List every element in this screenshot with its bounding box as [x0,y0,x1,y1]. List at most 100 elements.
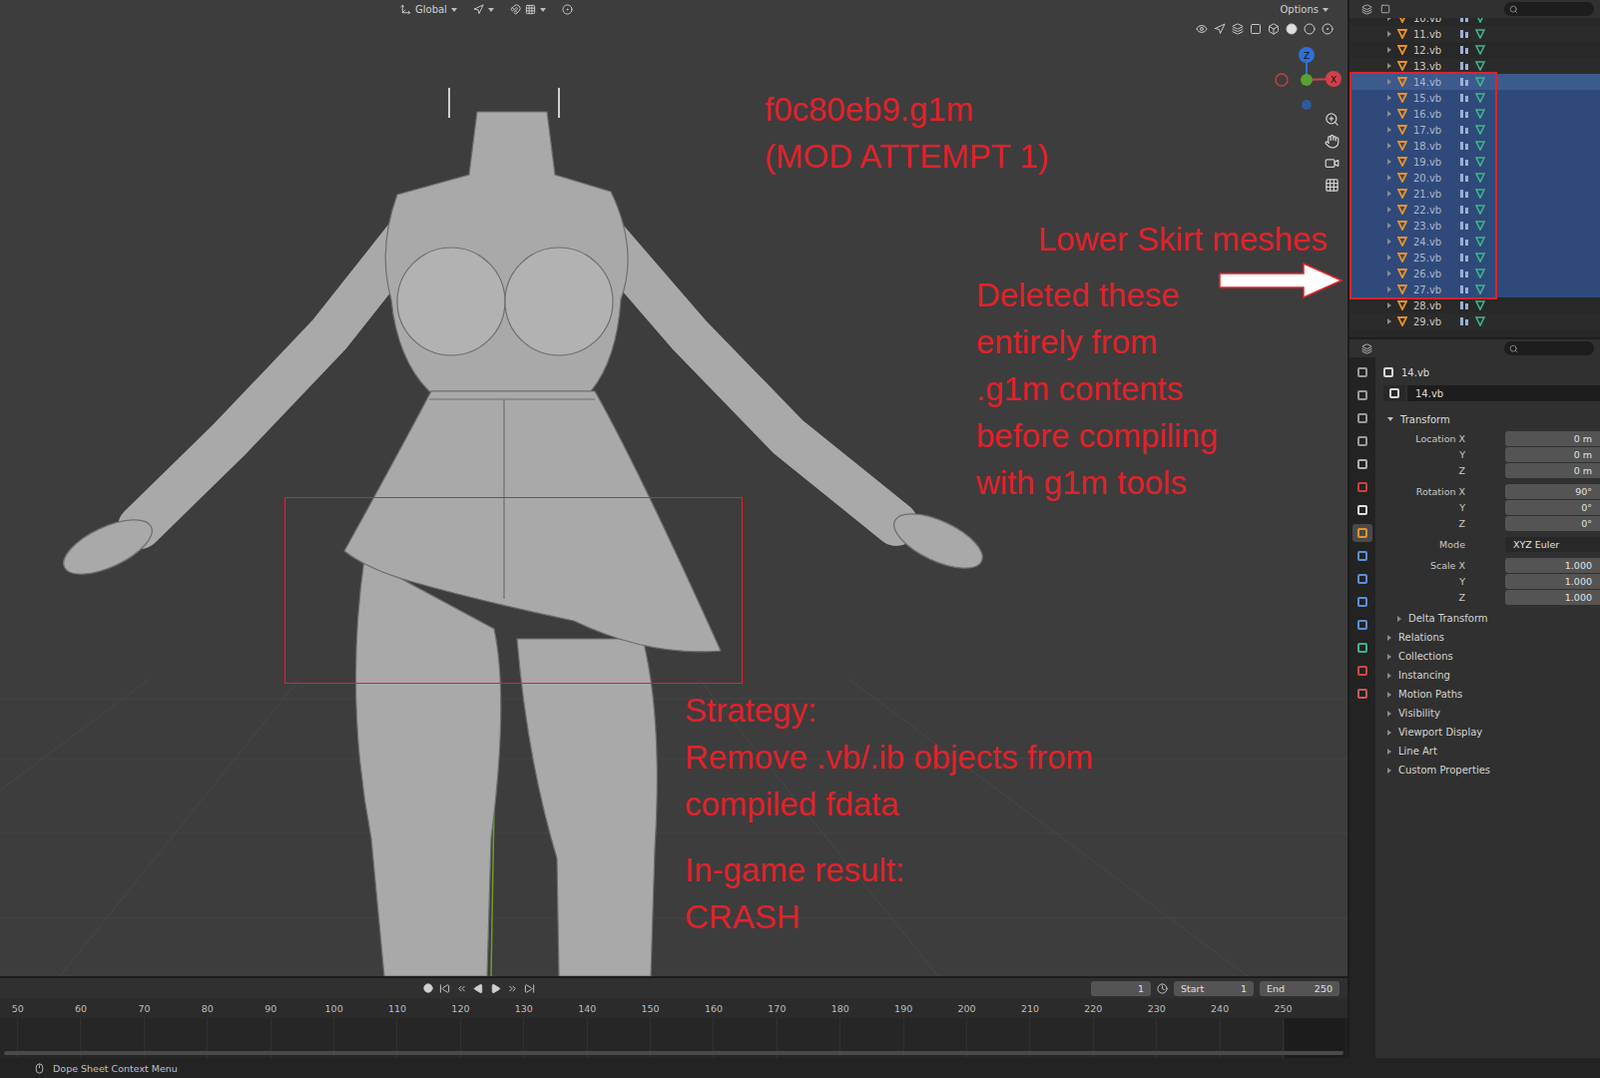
rendered-shading-icon[interactable] [1321,22,1334,35]
mesh-data-icon[interactable] [1475,108,1486,119]
modifier-icon[interactable] [1459,92,1470,103]
x-axis-icon[interactable] [1325,70,1342,87]
modifier-icon[interactable] [1459,28,1470,39]
current-frame-field[interactable]: 1 [1090,981,1151,997]
collapsed-panel[interactable]: Collections [1383,646,1600,666]
outliner-row[interactable]: 29.vb [1349,313,1600,330]
properties-tab[interactable] [1352,638,1373,657]
properties-tab[interactable] [1352,501,1373,520]
outliner-row[interactable]: 18.vb [1349,137,1600,154]
axis-gizmo[interactable]: ZX [1259,41,1348,116]
end-frame-field[interactable]: End250 [1259,981,1340,997]
clock-icon[interactable] [1156,983,1168,995]
properties-tab[interactable] [1352,432,1373,451]
outliner-row[interactable]: 14.vb [1349,73,1600,90]
expand-icon[interactable] [1387,94,1392,101]
modifier-icon[interactable] [1459,60,1470,71]
mesh-data-icon[interactable] [1475,124,1486,135]
mesh-data-icon[interactable] [1475,300,1486,311]
mesh-data-icon[interactable] [1475,60,1486,71]
y-axis-icon[interactable] [1300,73,1313,86]
modifier-icon[interactable] [1459,252,1470,263]
properties-tab[interactable] [1352,409,1373,428]
outliner-row[interactable]: 12.vb [1349,41,1600,58]
modifier-icon[interactable] [1459,316,1470,327]
mesh-data-icon[interactable] [1475,44,1486,55]
modifier-icon[interactable] [1459,188,1470,199]
number-field[interactable]: 1.000 [1505,573,1600,589]
editor-type-icon[interactable] [1361,3,1373,15]
properties-tab[interactable] [1352,455,1373,474]
properties-tab[interactable] [1352,478,1373,497]
properties-tab[interactable] [1352,546,1373,565]
modifier-icon[interactable] [1459,44,1470,55]
outliner-row[interactable]: 11.vb [1349,25,1600,42]
properties-tab[interactable] [1352,661,1373,680]
display-mode-icon[interactable] [1380,3,1391,14]
expand-icon[interactable] [1387,302,1392,309]
play-button[interactable] [490,983,502,995]
outliner-row[interactable]: 16.vb [1349,105,1600,122]
modifier-icon[interactable] [1459,268,1470,279]
pan-hand-icon[interactable] [1324,133,1340,149]
mesh-data-icon[interactable] [1475,92,1486,103]
pivot-button[interactable] [468,1,500,18]
transform-panel-header[interactable]: Transform [1383,409,1600,430]
snap-button[interactable] [505,1,551,18]
zoom-icon[interactable] [1324,111,1340,127]
xray-icon[interactable] [1249,22,1262,35]
3d-viewport[interactable]: GlobalOptionsZXf0c80eb9.g1m(MOD ATTEMPT … [0,0,1348,977]
modifier-icon[interactable] [1459,108,1470,119]
outliner-row[interactable]: 27.vb [1349,281,1600,298]
modifier-icon[interactable] [1459,172,1470,183]
modifier-icon[interactable] [1459,236,1470,247]
expand-icon[interactable] [1387,78,1392,85]
modifier-icon[interactable] [1459,124,1470,135]
expand-icon[interactable] [1387,286,1392,293]
expand-icon[interactable] [1387,254,1392,261]
expand-icon[interactable] [1387,126,1392,133]
properties-search[interactable] [1504,341,1595,356]
wireframe-icon[interactable] [1267,22,1280,35]
dope-sheet-tracks[interactable] [0,1018,1348,1059]
number-field[interactable]: 0 m [1505,447,1600,463]
material-shading-icon[interactable] [1303,22,1316,35]
properties-tab[interactable] [1352,524,1373,542]
mesh-data-icon[interactable] [1475,220,1486,231]
expand-icon[interactable] [1387,46,1392,53]
mesh-data-icon[interactable] [1475,284,1486,295]
mesh-data-icon[interactable] [1475,188,1486,199]
expand-icon[interactable] [1387,206,1392,213]
visibility-icon[interactable] [1195,22,1208,35]
mesh-data-icon[interactable] [1475,76,1486,87]
number-field[interactable]: 0° [1505,516,1600,532]
outliner-row[interactable]: 22.vb [1349,201,1600,218]
expand-icon[interactable] [1387,174,1392,181]
jump-start-button[interactable] [439,983,451,995]
mesh-data-icon[interactable] [1475,140,1486,151]
outliner-row[interactable]: 28.vb [1349,297,1600,314]
expand-icon[interactable] [1387,110,1392,117]
mode-select[interactable]: XYZ Euler [1505,536,1600,552]
jump-end-button[interactable] [524,983,535,995]
mesh-data-icon[interactable] [1475,204,1486,215]
start-frame-field[interactable]: Start1 [1173,981,1254,997]
next-keyframe-button[interactable] [507,983,519,995]
outliner-search[interactable] [1504,1,1595,16]
mesh-data-icon[interactable] [1475,252,1486,263]
collapsed-panel[interactable]: Relations [1383,627,1600,647]
frame-ruler[interactable]: 5060708090100110120130140150160170180190… [0,998,1348,1019]
modifier-icon[interactable] [1459,300,1470,311]
proportional-button[interactable] [556,1,578,18]
collapsed-panel[interactable]: Line Art [1383,741,1600,761]
expand-icon[interactable] [1387,30,1392,37]
collapsed-panel[interactable]: Motion Paths [1383,684,1600,704]
expand-icon[interactable] [1387,158,1392,165]
expand-icon[interactable] [1387,270,1392,277]
outliner-row[interactable]: 26.vb [1349,265,1600,282]
mesh-data-icon[interactable] [1475,268,1486,279]
outliner-row[interactable]: 19.vb [1349,153,1600,170]
expand-icon[interactable] [1387,62,1392,69]
collapsed-panel[interactable]: Custom Properties [1383,760,1600,780]
z-axis-icon[interactable] [1298,46,1315,63]
